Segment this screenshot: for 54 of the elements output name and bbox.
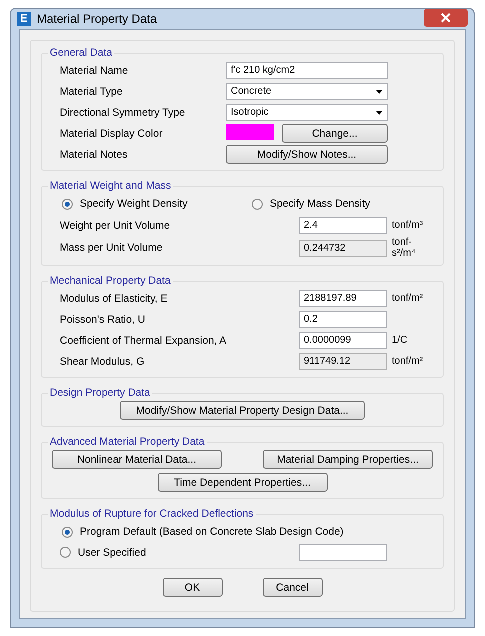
window-title: Material Property Data [37, 12, 158, 26]
field-label: Modulus of Elasticity, E [60, 292, 169, 304]
readonly-field: 911749.12 [299, 353, 387, 370]
input-field[interactable]: 2.4 [299, 217, 387, 234]
app-icon: E [17, 12, 31, 26]
field-label: Shear Modulus, G [60, 356, 146, 368]
field-label: Material Type [60, 86, 124, 98]
group-title: Mechanical Property Data [49, 275, 172, 287]
unit-label: tonf/m² [391, 293, 424, 304]
design-data-button[interactable]: Modify/Show Material Property Design Data... [120, 401, 365, 420]
group-title: Material Weight and Mass [49, 180, 172, 192]
group-title: Design Property Data [49, 387, 152, 399]
radio-button[interactable] [60, 547, 71, 558]
property-button[interactable]: Nonlinear Material Data... [52, 450, 222, 469]
caret-icon [376, 110, 383, 114]
group-title: Modulus of Rupture for Cracked Deflections [49, 508, 255, 520]
property-button[interactable]: Material Damping Properties... [263, 450, 433, 469]
color-swatch[interactable] [226, 124, 274, 140]
field-label: Material Display Color [60, 128, 164, 140]
group-title: Advanced Material Property Data [49, 436, 206, 448]
caret-icon [376, 90, 383, 94]
ok-button[interactable]: OK [162, 578, 222, 597]
unit-label: 1/C [391, 335, 409, 346]
text-field[interactable]: f'c 210 kg/cm2 [226, 62, 388, 79]
close-icon[interactable] [424, 9, 468, 27]
change-button[interactable]: Change... [282, 124, 388, 143]
radio-option[interactable]: Specify Weight Density [62, 198, 252, 210]
notes-button[interactable]: Modify/Show Notes... [226, 145, 388, 164]
input-field[interactable]: 0.0000099 [299, 332, 387, 349]
field-label: Weight per Unit Volume [60, 220, 172, 232]
field-label: Material Notes [60, 148, 129, 160]
input-field[interactable] [299, 544, 387, 561]
field-label: Directional Symmetry Type [60, 106, 186, 118]
property-button[interactable]: Time Dependent Properties... [158, 473, 328, 492]
unit-label: tonf-s²/m⁴ [391, 237, 417, 259]
radio-option[interactable]: User Specified [60, 546, 299, 558]
radio-button[interactable] [62, 198, 73, 210]
unit-label: tonf/m³ [391, 220, 424, 231]
cancel-button[interactable]: Cancel [262, 578, 322, 597]
unit-label: tonf/m² [391, 356, 424, 367]
radio-option[interactable]: Specify Mass Density [252, 198, 370, 210]
dropdown[interactable]: Concrete [226, 83, 388, 100]
field-label: Poisson's Ratio, U [60, 314, 146, 326]
input-field[interactable]: 2188197.89 [299, 290, 387, 307]
field-label: Coefficient of Thermal Expansion, A [60, 334, 228, 346]
radio-button[interactable] [62, 526, 73, 538]
readonly-field: 0.244732 [299, 240, 387, 256]
input-field[interactable]: 0.2 [299, 311, 387, 328]
radio-option[interactable]: Program Default (Based on Concrete Slab Design Code) [62, 526, 344, 538]
radio-button[interactable] [252, 198, 263, 210]
field-label: Material Name [60, 64, 130, 76]
field-label: Mass per Unit Volume [60, 242, 164, 254]
dropdown[interactable]: Isotropic [226, 104, 388, 121]
group-title: General Data [49, 47, 114, 59]
